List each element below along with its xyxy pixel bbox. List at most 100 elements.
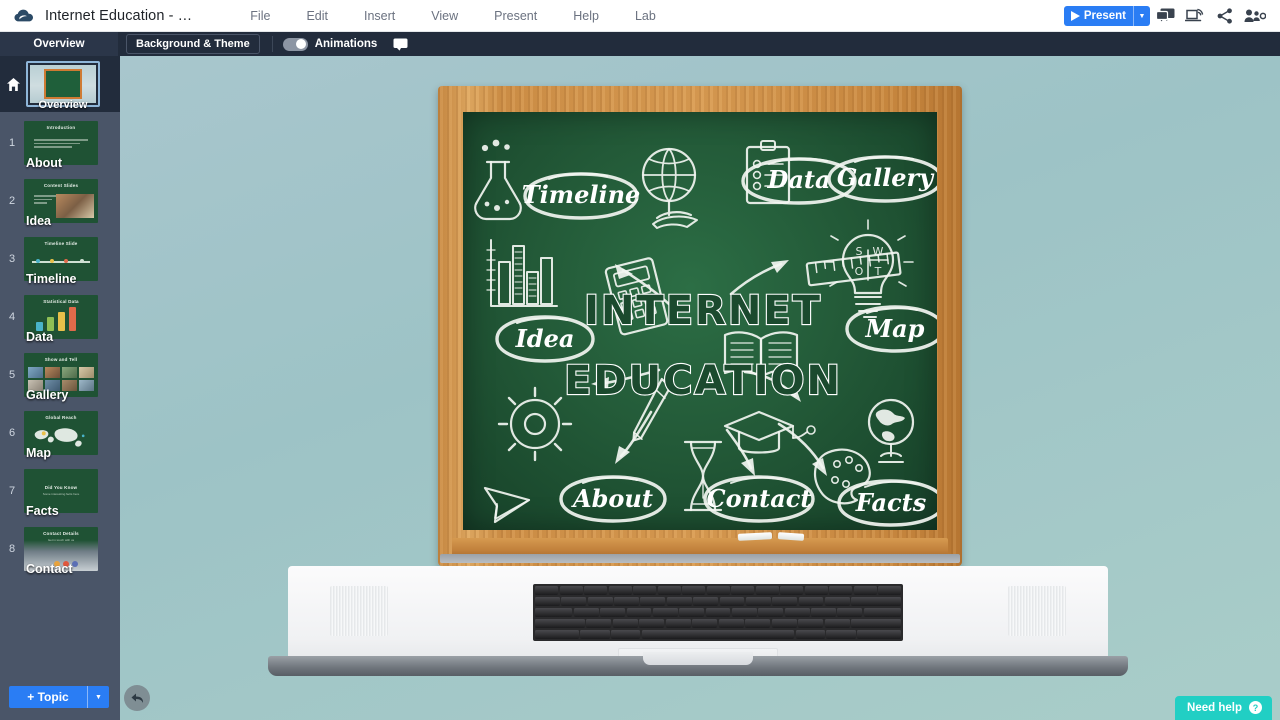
add-topic-button[interactable]: + Topic <box>9 686 87 708</box>
document-title[interactable]: Internet Education - … <box>45 8 192 24</box>
menu-item-view[interactable]: View <box>420 5 469 27</box>
comments-icon[interactable] <box>1150 0 1180 32</box>
paper-plane-icon <box>483 486 531 524</box>
bubble-label-data: Data <box>767 165 831 194</box>
thumb-bar <box>69 307 76 331</box>
bubble-label-idea: Idea <box>515 324 575 353</box>
add-topic-dropdown-caret[interactable]: ▼ <box>87 686 109 708</box>
slide-item-facts[interactable]: 7 Did You Know Some interesting facts he… <box>0 462 120 520</box>
slide-item-map[interactable]: 6 Global Reach Map <box>0 404 120 462</box>
slide-label: Gallery <box>26 388 69 402</box>
animations-toggle[interactable]: Animations <box>282 37 378 51</box>
collaborators-icon[interactable] <box>1240 0 1270 32</box>
bubble-timeline: Timeline <box>522 172 640 220</box>
sidebar-item-overview[interactable]: Overview <box>0 56 120 112</box>
thumb-title: Statistical Data <box>43 299 79 304</box>
slide-label: Idea <box>26 214 52 228</box>
slide-label: Map <box>26 446 51 460</box>
slide-number: 2 <box>8 195 16 207</box>
slide-label: Data <box>26 330 54 344</box>
toggle-switch[interactable] <box>282 37 308 51</box>
slide-number: 1 <box>8 137 16 149</box>
slide-label: Timeline <box>26 272 77 286</box>
menu-bar: File Edit Insert View Present Help Lab <box>239 5 681 27</box>
laptop-base <box>268 556 1128 686</box>
menu-item-help[interactable]: Help <box>562 5 610 27</box>
slide-item-contact[interactable]: 8 Contact Details Get in touch with us C… <box>0 520 120 578</box>
slide-label: About <box>26 156 63 170</box>
slide-item-gallery[interactable]: 5 Show and Tell Gallery <box>0 346 120 404</box>
question-icon: ? <box>1249 701 1262 714</box>
top-right-actions: Present ▼ <box>1063 0 1270 32</box>
slide-number: 7 <box>8 485 16 497</box>
ruler-icon <box>805 251 902 287</box>
menu-item-edit[interactable]: Edit <box>295 5 339 27</box>
slide-list: 1 Introduction About 2 Content Slides Id… <box>0 112 120 578</box>
slide-label: Facts <box>26 504 59 518</box>
thumb-title: Show and Tell <box>44 357 78 362</box>
slide-item-idea[interactable]: 2 Content Slides Idea <box>0 172 120 230</box>
presentation-app: Internet Education - … File Edit Insert … <box>0 0 1280 720</box>
slide-heading-line1: INTERNET <box>584 288 822 334</box>
top-menu-bar: Internet Education - … File Edit Insert … <box>0 0 1280 32</box>
menu-item-file[interactable]: File <box>239 5 281 27</box>
mini-chalkboard <box>44 69 82 99</box>
laptop-latch-notch <box>643 652 753 665</box>
need-help-label: Need help <box>1187 701 1242 714</box>
cloud-icon[interactable] <box>13 5 35 27</box>
thumb-bar <box>47 317 54 331</box>
overview-thumbnail-image <box>30 65 96 103</box>
bubble-map: Map <box>845 305 937 353</box>
slide-panel: Overview 1 Introduction About 2 Content … <box>0 56 120 720</box>
undo-icon <box>131 693 143 703</box>
slide-number: 4 <box>8 311 16 323</box>
thumb-dot <box>64 259 68 263</box>
present-to-device-icon[interactable] <box>1180 0 1210 32</box>
bubble-idea: Idea <box>495 315 595 363</box>
speaker-grille-right <box>1008 586 1066 636</box>
slide-number: 6 <box>8 427 16 439</box>
svg-text:S: S <box>856 245 863 258</box>
laptop-illustration: S W O T Timeline Data Gallery Idea Map A… <box>268 86 1128 720</box>
slide-item-about[interactable]: 1 Introduction About <box>0 114 120 172</box>
bubble-gallery: Gallery <box>827 155 937 203</box>
secondary-toolbar: Overview Background & Theme Animations <box>0 32 1280 56</box>
share-icon[interactable] <box>1210 0 1240 32</box>
present-button-label: Present <box>1083 10 1126 22</box>
thumb-art-lines <box>34 139 88 150</box>
slide-number: 5 <box>8 369 16 381</box>
slide-item-timeline[interactable]: 3 Timeline Slide Timeline <box>0 230 120 288</box>
bubble-label-about: About <box>571 484 653 513</box>
slide-canvas[interactable]: Need help ? S W O T Timeline Data Galler… <box>120 56 1280 720</box>
comment-icon[interactable] <box>393 38 408 51</box>
svg-text:T: T <box>874 265 882 278</box>
thumb-title: Timeline Slide <box>44 241 78 246</box>
need-help-button[interactable]: Need help ? <box>1175 696 1272 720</box>
thumb-subtitle: Get in touch with us <box>47 538 75 542</box>
thumb-subtitle: Some interesting facts here <box>42 492 80 496</box>
tab-overview[interactable]: Overview <box>0 32 118 56</box>
bar-chart-icon <box>486 239 558 307</box>
chalkboard-surface[interactable]: S W O T Timeline Data Gallery Idea Map A… <box>463 112 937 530</box>
slide-item-data[interactable]: 4 Statistical Data Data <box>0 288 120 346</box>
bubble-facts: Facts <box>837 479 937 527</box>
animations-label: Animations <box>314 38 378 50</box>
slide-heading-line2: EDUCATION <box>564 358 842 404</box>
home-icon[interactable] <box>2 77 24 91</box>
menu-item-present[interactable]: Present <box>483 5 548 27</box>
thumb-title: Did You Know <box>44 485 78 490</box>
play-icon <box>1070 11 1080 21</box>
thumb-art-gallery <box>28 367 94 378</box>
undo-button[interactable] <box>124 685 150 711</box>
menu-item-lab[interactable]: Lab <box>624 5 667 27</box>
menu-item-insert[interactable]: Insert <box>353 5 406 27</box>
bubble-about: About <box>559 475 667 523</box>
globe-icon <box>641 147 698 229</box>
toggle-knob <box>296 39 307 49</box>
slide-label: Contact <box>26 562 73 576</box>
present-dropdown-caret[interactable]: ▼ <box>1133 6 1150 26</box>
background-theme-button[interactable]: Background & Theme <box>126 34 260 54</box>
thumb-title: Contact Details <box>43 531 79 536</box>
slide-number: 3 <box>8 253 16 265</box>
present-button[interactable]: Present ▼ <box>1063 6 1150 26</box>
